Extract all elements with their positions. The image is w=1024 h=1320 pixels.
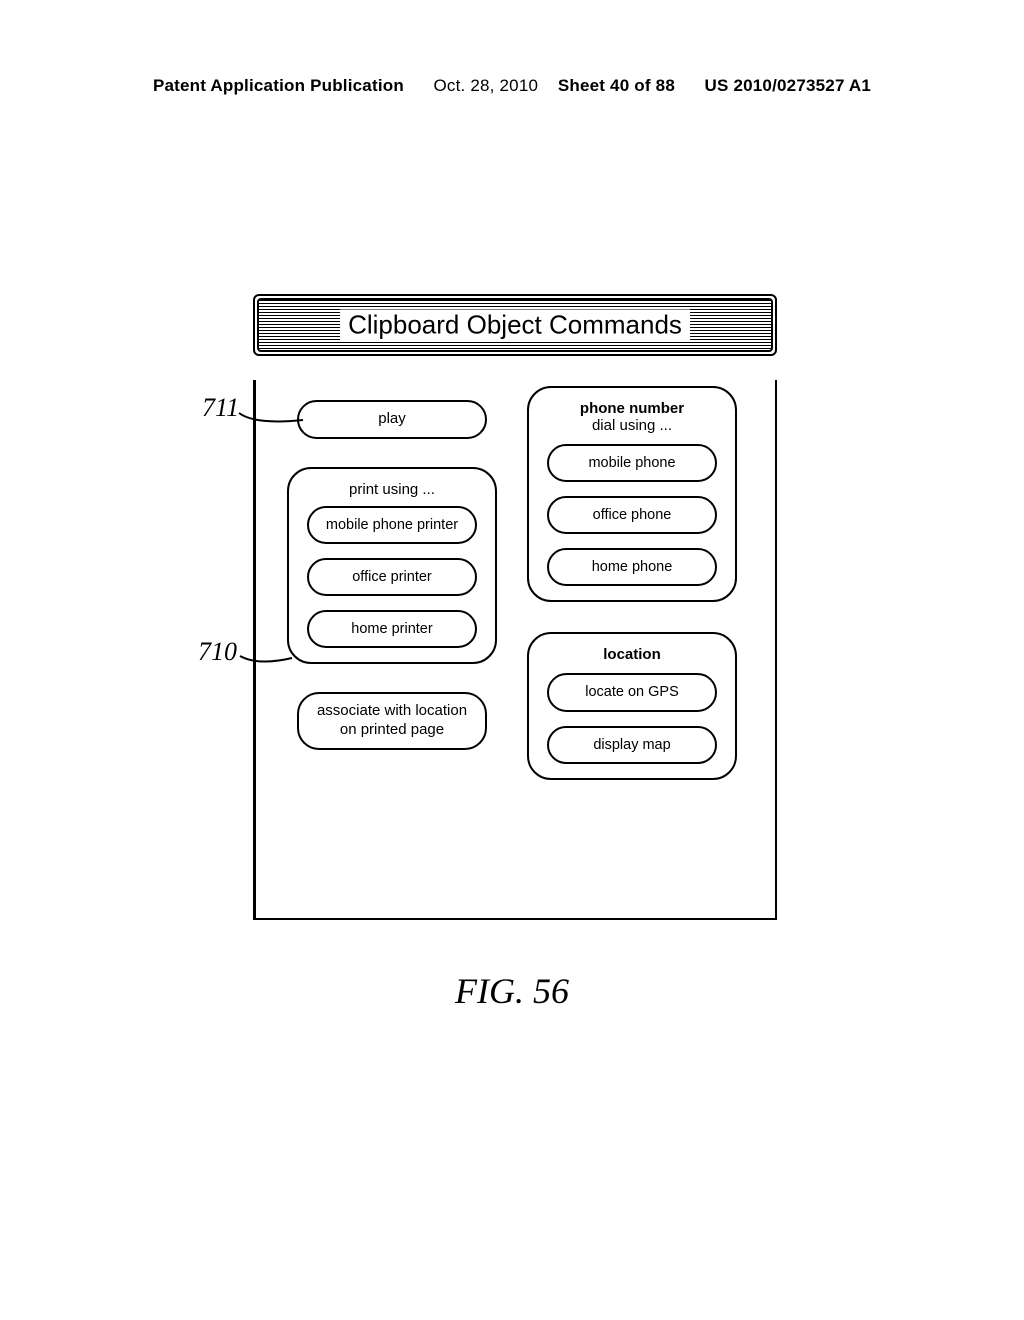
sheet-number: Sheet 40 of 88 bbox=[558, 76, 675, 95]
dial-home-button[interactable]: home phone bbox=[547, 548, 717, 586]
pub-date: Oct. 28, 2010 bbox=[433, 76, 538, 95]
dial-mobile-button[interactable]: mobile phone bbox=[547, 444, 717, 482]
play-button[interactable]: play bbox=[297, 400, 487, 439]
phone-group-sub: dial using ... bbox=[592, 417, 672, 434]
figure-caption: FIG. 56 bbox=[0, 970, 1024, 1012]
panel-titlebar: Clipboard Object Commands bbox=[253, 294, 777, 356]
print-group-label: print using ... bbox=[349, 481, 435, 498]
print-home-button[interactable]: home printer bbox=[307, 610, 477, 648]
phone-group-title: phone number bbox=[580, 400, 684, 417]
associate-location-button[interactable]: associate with location on printed page bbox=[297, 692, 487, 750]
dial-office-button[interactable]: office phone bbox=[547, 496, 717, 534]
ref-710: 710 bbox=[198, 637, 237, 667]
phone-group: phone number dial using ... mobile phone… bbox=[527, 386, 737, 602]
page-header: Patent Application Publication Oct. 28, … bbox=[0, 76, 1024, 96]
print-group: print using ... mobile phone printer off… bbox=[287, 467, 497, 664]
location-group-title: location bbox=[603, 646, 661, 663]
pub-number: US 2010/0273527 A1 bbox=[705, 76, 872, 95]
panel-title: Clipboard Object Commands bbox=[340, 310, 690, 341]
panel-right-column: phone number dial using ... mobile phone… bbox=[515, 380, 777, 920]
print-mobile-button[interactable]: mobile phone printer bbox=[307, 506, 477, 544]
display-map-button[interactable]: display map bbox=[547, 726, 717, 764]
lead-line-711 bbox=[237, 403, 307, 427]
ref-711: 711 bbox=[202, 393, 239, 423]
commands-panel: play print using ... mobile phone printe… bbox=[253, 380, 777, 920]
lead-line-710 bbox=[238, 648, 294, 668]
location-group: location locate on GPS display map bbox=[527, 632, 737, 779]
pub-label: Patent Application Publication bbox=[153, 76, 404, 95]
locate-gps-button[interactable]: locate on GPS bbox=[547, 673, 717, 711]
print-office-button[interactable]: office printer bbox=[307, 558, 477, 596]
